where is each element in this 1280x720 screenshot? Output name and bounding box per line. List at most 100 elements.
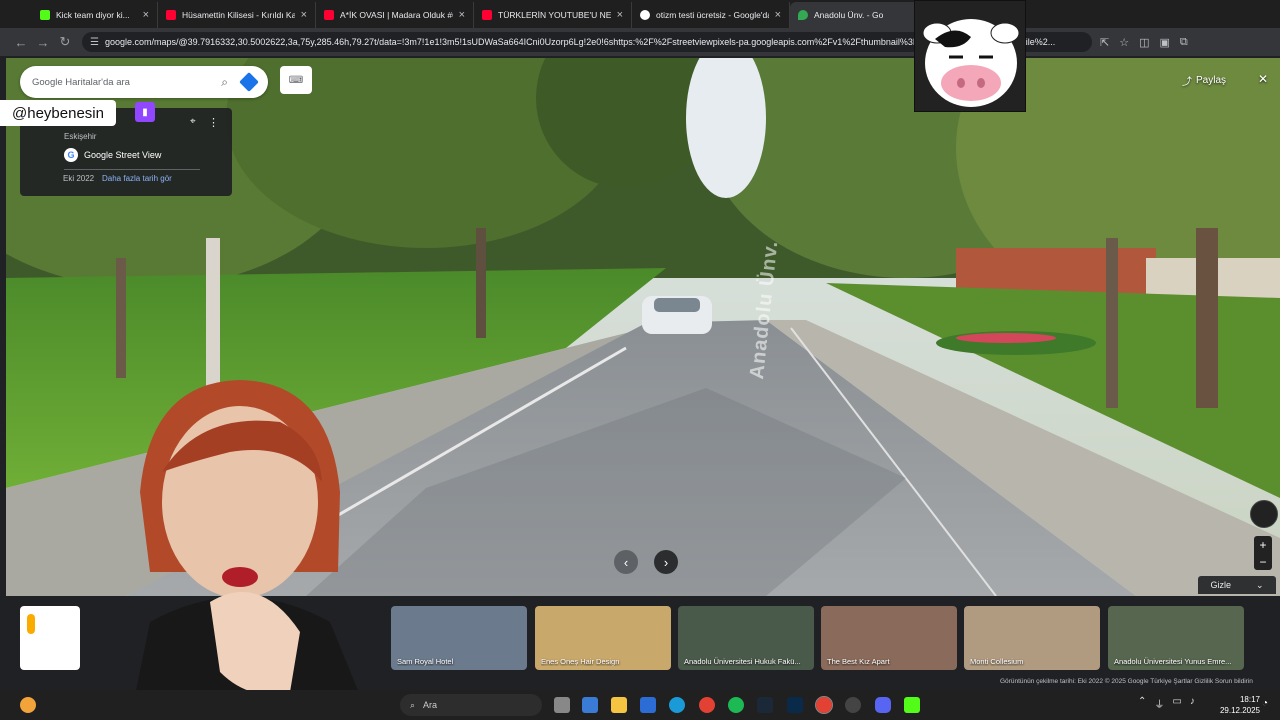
system-tray: ⌃ ⏚ ▭ ♪	[1138, 696, 1195, 711]
microphone-icon[interactable]: ⏚	[1154, 696, 1164, 711]
steam-icon[interactable]	[757, 697, 773, 713]
photo-card[interactable]: Anadolu Üniversitesi Hukuk Fakü...	[678, 606, 814, 670]
maps-search-box[interactable]: Google Haritalar'da ara ⌕	[20, 66, 268, 98]
site-info-icon[interactable]: ☰	[90, 37, 99, 48]
photo-card[interactable]: Enes Oneş Hair Design	[535, 606, 671, 670]
tab-youtube-1[interactable]: Hüsamettin Kilisesi - Kırıldı Karş ×	[158, 2, 316, 28]
edge-icon[interactable]	[669, 697, 685, 713]
photo-card[interactable]: The Best Kız Apart	[821, 606, 957, 670]
obs-icon[interactable]	[845, 697, 861, 713]
pin-icon[interactable]: ⌖	[190, 116, 196, 127]
zoom-in-button[interactable]: +	[1259, 538, 1266, 552]
monitor-icon[interactable]: ▭	[1172, 696, 1181, 711]
hide-label: Gizle	[1210, 580, 1231, 590]
previous-photo-button[interactable]: ‹	[614, 550, 638, 574]
directions-icon[interactable]	[239, 72, 259, 92]
keyboard-button[interactable]: ⌨	[280, 66, 312, 94]
chevron-up-icon[interactable]: ⌃	[1138, 696, 1146, 711]
tab-title: A*İK OVASI | Madara Olduk #6	[340, 10, 453, 20]
webcam-overlay	[110, 372, 406, 720]
share-label: Paylaş	[1196, 74, 1227, 86]
youtube-icon	[166, 10, 176, 20]
photo-card[interactable]: Anadolu Üniversitesi Yunus Emre...	[1108, 606, 1244, 670]
tab-kick[interactable]: Kick team diyor ki... ×	[0, 2, 158, 28]
search-icon[interactable]: ⌕	[221, 75, 228, 90]
taskbar-search[interactable]: ⌕ Ara	[400, 694, 542, 716]
close-icon[interactable]: ×	[459, 9, 465, 21]
cow-illustration	[915, 1, 1025, 111]
more-options-icon[interactable]: ⋮	[208, 116, 219, 129]
streamer-handle: @heybenesin	[0, 100, 116, 126]
divider	[64, 169, 200, 170]
photo-card[interactable]: Monti Collesium	[964, 606, 1100, 670]
zoom-control: + −	[1254, 536, 1272, 570]
back-button[interactable]: ←	[10, 31, 32, 53]
more-dates-link[interactable]: Daha fazla tarih gör	[102, 174, 172, 183]
kick-icon[interactable]	[904, 697, 920, 713]
photoshop-icon[interactable]	[787, 697, 803, 713]
photo-card[interactable]: Sam Royal Hotel	[391, 606, 527, 670]
provider-row: G Google Street View	[64, 148, 161, 162]
time: 18:17	[1239, 695, 1260, 704]
google-icon	[640, 10, 650, 20]
photo-caption: Anadolu Üniversitesi Hukuk Fakü...	[684, 657, 801, 666]
copilot-icon[interactable]	[582, 697, 598, 713]
chrome-icon[interactable]	[699, 697, 715, 713]
tab-youtube-2[interactable]: A*İK OVASI | Madara Olduk #6 ×	[316, 2, 474, 28]
file-explorer-icon[interactable]	[611, 697, 627, 713]
screen: Kick team diyor ki... × Hüsamettin Kilis…	[0, 0, 1280, 720]
tab-title: Hüsamettin Kilisesi - Kırıldı Karş	[182, 10, 295, 20]
task-view-icon[interactable]	[554, 697, 570, 713]
hide-photos-button[interactable]: Gizle ⌄	[1198, 576, 1276, 594]
tab-youtube-3[interactable]: TÜRKLERİN YOUTUBE'U NEDEN ×	[474, 2, 632, 28]
url-text: google.com/maps/@39.7916332,30.5002622,3…	[104, 37, 1056, 47]
chevron-down-icon: ⌄	[1255, 579, 1264, 590]
browser-toolbar: ← → ↻ ☰ google.com/maps/@39.7916332,30.5…	[0, 28, 1280, 56]
bookmark-star-icon[interactable]: ☆	[1119, 36, 1129, 49]
search-input[interactable]: Google Haritalar'da ara	[32, 77, 221, 88]
maps-footer: Görüntünün çekilme tarihi: Eki 2022 © 20…	[1000, 678, 1253, 685]
store-icon[interactable]	[640, 697, 656, 713]
tab-title: otizm testi ücretsiz - Google'da	[656, 10, 769, 20]
photo-caption: Enes Oneş Hair Design	[541, 657, 620, 666]
discord-icon[interactable]	[875, 697, 891, 713]
install-icon[interactable]: ⇱	[1100, 36, 1109, 49]
reload-button[interactable]: ↻	[54, 31, 76, 53]
spotify-icon[interactable]	[728, 697, 744, 713]
close-icon[interactable]: ×	[143, 9, 149, 21]
location-label: Eskişehir	[64, 132, 97, 141]
minimap[interactable]	[20, 606, 80, 670]
photo-caption: Anadolu Üniversitesi Yunus Emre...	[1114, 657, 1232, 666]
webcam-person	[130, 380, 370, 720]
toolbar-icons: ⇱ ☆ ◫ ▣ ⧉	[1100, 36, 1188, 49]
notification-icon[interactable]: ◔	[1262, 698, 1268, 709]
zoom-out-button[interactable]: −	[1259, 555, 1266, 569]
photo-caption: Monti Collesium	[970, 657, 1024, 666]
photo-caption: Sam Royal Hotel	[397, 657, 454, 666]
maps-icon	[798, 10, 808, 20]
cast-icon[interactable]: ▣	[1160, 36, 1170, 49]
search-icon: ⌕	[410, 699, 416, 710]
twitch-icon: ▮	[135, 102, 155, 122]
provider-label: Google Street View	[84, 150, 162, 160]
weather-icon[interactable]	[20, 697, 36, 713]
forward-button[interactable]: →	[32, 31, 54, 53]
share-button[interactable]: ⤴ Paylaş	[1174, 70, 1234, 90]
youtube-icon	[324, 10, 334, 20]
chrome-icon[interactable]	[815, 696, 833, 714]
pegman-icon[interactable]	[27, 614, 35, 634]
clock[interactable]: 18:17 29.12.2025	[1214, 694, 1260, 716]
tab-google[interactable]: otizm testi ücretsiz - Google'da ×	[632, 2, 790, 28]
close-street-view-icon[interactable]: ✕	[1258, 72, 1268, 86]
close-icon[interactable]: ×	[617, 9, 623, 21]
close-icon[interactable]: ×	[775, 9, 781, 21]
puzzle-icon[interactable]: ⧉	[1180, 36, 1188, 49]
photo-caption: The Best Kız Apart	[827, 657, 890, 666]
share-icon: ⤴	[1182, 76, 1192, 88]
next-photo-button[interactable]: ›	[654, 550, 678, 574]
speaker-icon[interactable]: ♪	[1190, 696, 1195, 711]
capture-date: Eki 2022	[63, 174, 95, 183]
extensions-icon[interactable]: ◫	[1139, 36, 1149, 49]
compass-icon[interactable]	[1250, 500, 1278, 528]
close-icon[interactable]: ×	[301, 9, 307, 21]
